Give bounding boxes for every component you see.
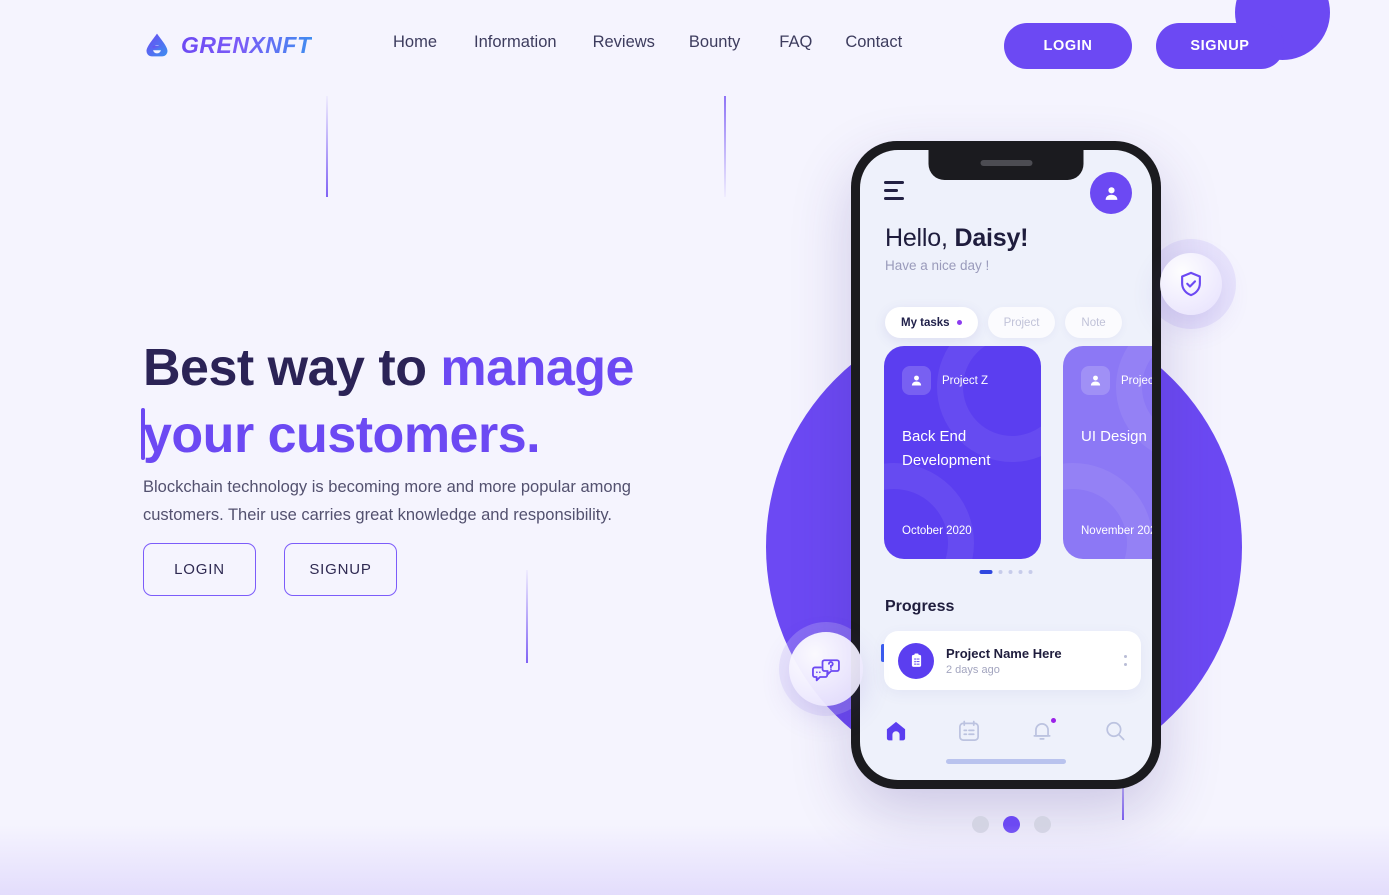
tab-search[interactable] — [1102, 718, 1130, 746]
brand-name: GRENXNFT — [181, 31, 312, 58]
bottom-gradient-overlay — [0, 825, 1389, 895]
tab-calendar[interactable] — [956, 718, 984, 746]
chat-badge — [789, 632, 863, 706]
phone-speaker — [980, 160, 1032, 166]
task-card-date: November 2020 — [1081, 525, 1152, 537]
more-options-icon[interactable] — [1124, 655, 1127, 666]
pagination-dot[interactable] — [998, 570, 1003, 574]
nav-item-bounty[interactable]: Bounty — [689, 33, 779, 52]
search-icon — [1105, 721, 1125, 741]
task-card-carousel[interactable]: Project Z Back End Development October 2… — [884, 346, 1152, 559]
hero-title-line1-plain: Best way to — [143, 339, 441, 397]
user-icon — [1105, 186, 1117, 200]
pagination-dot[interactable] — [1008, 570, 1013, 574]
greeting-name: Daisy! — [954, 224, 1029, 252]
phone-home-indicator — [946, 759, 1066, 764]
pagination-dot[interactable] — [1018, 570, 1023, 574]
hamburger-menu-icon[interactable] — [884, 181, 904, 205]
calendar-icon — [958, 720, 979, 741]
home-icon — [886, 721, 905, 741]
decor-line-2 — [724, 96, 726, 197]
hero-cta-group: LOGIN SIGNUP — [143, 543, 397, 596]
filter-chip-group: My tasks Project Note — [885, 307, 1122, 338]
shield-check-icon — [1181, 271, 1201, 297]
progress-item-name: Project Name Here — [946, 645, 1062, 661]
tab-home[interactable] — [883, 718, 911, 746]
greeting-block: Hello, Daisy! Have a nice day ! — [885, 224, 1029, 273]
clipboard-icon — [898, 642, 934, 679]
bottom-tabbar — [860, 704, 1152, 780]
nav-item-home[interactable]: Home — [393, 33, 474, 52]
carousel-dot-active[interactable] — [1003, 816, 1020, 833]
header-login-button[interactable]: LOGIN — [1004, 23, 1132, 69]
notification-badge-icon — [1050, 718, 1056, 723]
chip-project-label: Project — [1003, 316, 1040, 329]
header-signup-button[interactable]: SIGNUP — [1156, 23, 1284, 69]
chip-note[interactable]: Note — [1065, 307, 1122, 338]
greeting-line: Hello, Daisy! — [885, 224, 1029, 253]
task-card[interactable]: Project X UI Design November 2020 — [1063, 346, 1152, 559]
main-nav: Home Information Reviews Bounty FAQ Cont… — [393, 33, 902, 52]
avatar[interactable] — [1090, 172, 1132, 214]
progress-section-title: Progress — [885, 598, 955, 615]
task-card[interactable]: Project Z Back End Development October 2… — [884, 346, 1041, 559]
phone-mockup: Hello, Daisy! Have a nice day ! My tasks… — [851, 141, 1161, 789]
card-decor-ring — [884, 463, 974, 559]
decor-line-3 — [526, 570, 528, 663]
tab-notifications[interactable] — [1029, 718, 1057, 746]
hero-title-line1-accent: manage — [440, 339, 634, 397]
nav-item-faq[interactable]: FAQ — [779, 33, 845, 52]
hero-login-button[interactable]: LOGIN — [143, 543, 256, 596]
landing-page: GRENXNFT Home Information Reviews Bounty… — [0, 0, 1389, 895]
decor-line-1 — [326, 96, 328, 197]
carousel-dot[interactable] — [972, 816, 989, 833]
card-decor-ring — [1063, 463, 1152, 559]
task-card-title: Back End Development — [902, 428, 991, 470]
hero-subtitle: Blockchain technology is becoming more a… — [143, 478, 631, 525]
hero-signup-button[interactable]: SIGNUP — [284, 543, 397, 596]
nav-item-contact[interactable]: Contact — [845, 33, 902, 52]
progress-item-time: 2 days ago — [946, 663, 1000, 676]
greeting-subtext: Have a nice day ! — [885, 258, 990, 273]
hero-carousel-dots — [972, 816, 1051, 833]
chip-project[interactable]: Project — [987, 307, 1056, 338]
project-avatar-icon — [1081, 366, 1110, 395]
task-card-date: October 2020 — [902, 525, 972, 537]
chat-question-icon — [812, 659, 840, 682]
brand-logo[interactable]: GRENXNFT — [143, 31, 312, 59]
hero-title-line2: your customers. — [143, 405, 541, 464]
shield-badge — [1160, 253, 1222, 315]
grenxnft-logo-icon — [143, 31, 171, 59]
page-title: Best way to manage your customers. — [143, 335, 634, 468]
carousel-dot[interactable] — [1034, 816, 1051, 833]
header-actions: LOGIN SIGNUP — [1004, 23, 1284, 69]
greeting-plain: Hello, — [885, 224, 955, 252]
chip-my-tasks-label: My tasks — [901, 316, 950, 329]
project-avatar-icon — [902, 366, 931, 395]
progress-item-text: Project Name Here 2 days ago — [946, 646, 1062, 676]
pagination-dot[interactable] — [979, 570, 993, 574]
phone-notch — [928, 150, 1084, 180]
chip-my-tasks[interactable]: My tasks — [885, 307, 978, 338]
progress-list-item[interactable]: Project Name Here 2 days ago — [884, 631, 1141, 690]
task-card-title: UI Design — [1081, 428, 1147, 445]
chip-note-label: Note — [1081, 316, 1106, 329]
pagination-dot[interactable] — [1028, 570, 1033, 574]
phone-screen: Hello, Daisy! Have a nice day ! My tasks… — [860, 150, 1152, 780]
chip-status-dot-icon — [956, 320, 962, 325]
site-header: GRENXNFT Home Information Reviews Bounty… — [0, 0, 1389, 92]
card-pagination-dots[interactable] — [979, 570, 1033, 574]
nav-item-reviews[interactable]: Reviews — [593, 33, 689, 52]
nav-item-information[interactable]: Information — [474, 33, 593, 52]
